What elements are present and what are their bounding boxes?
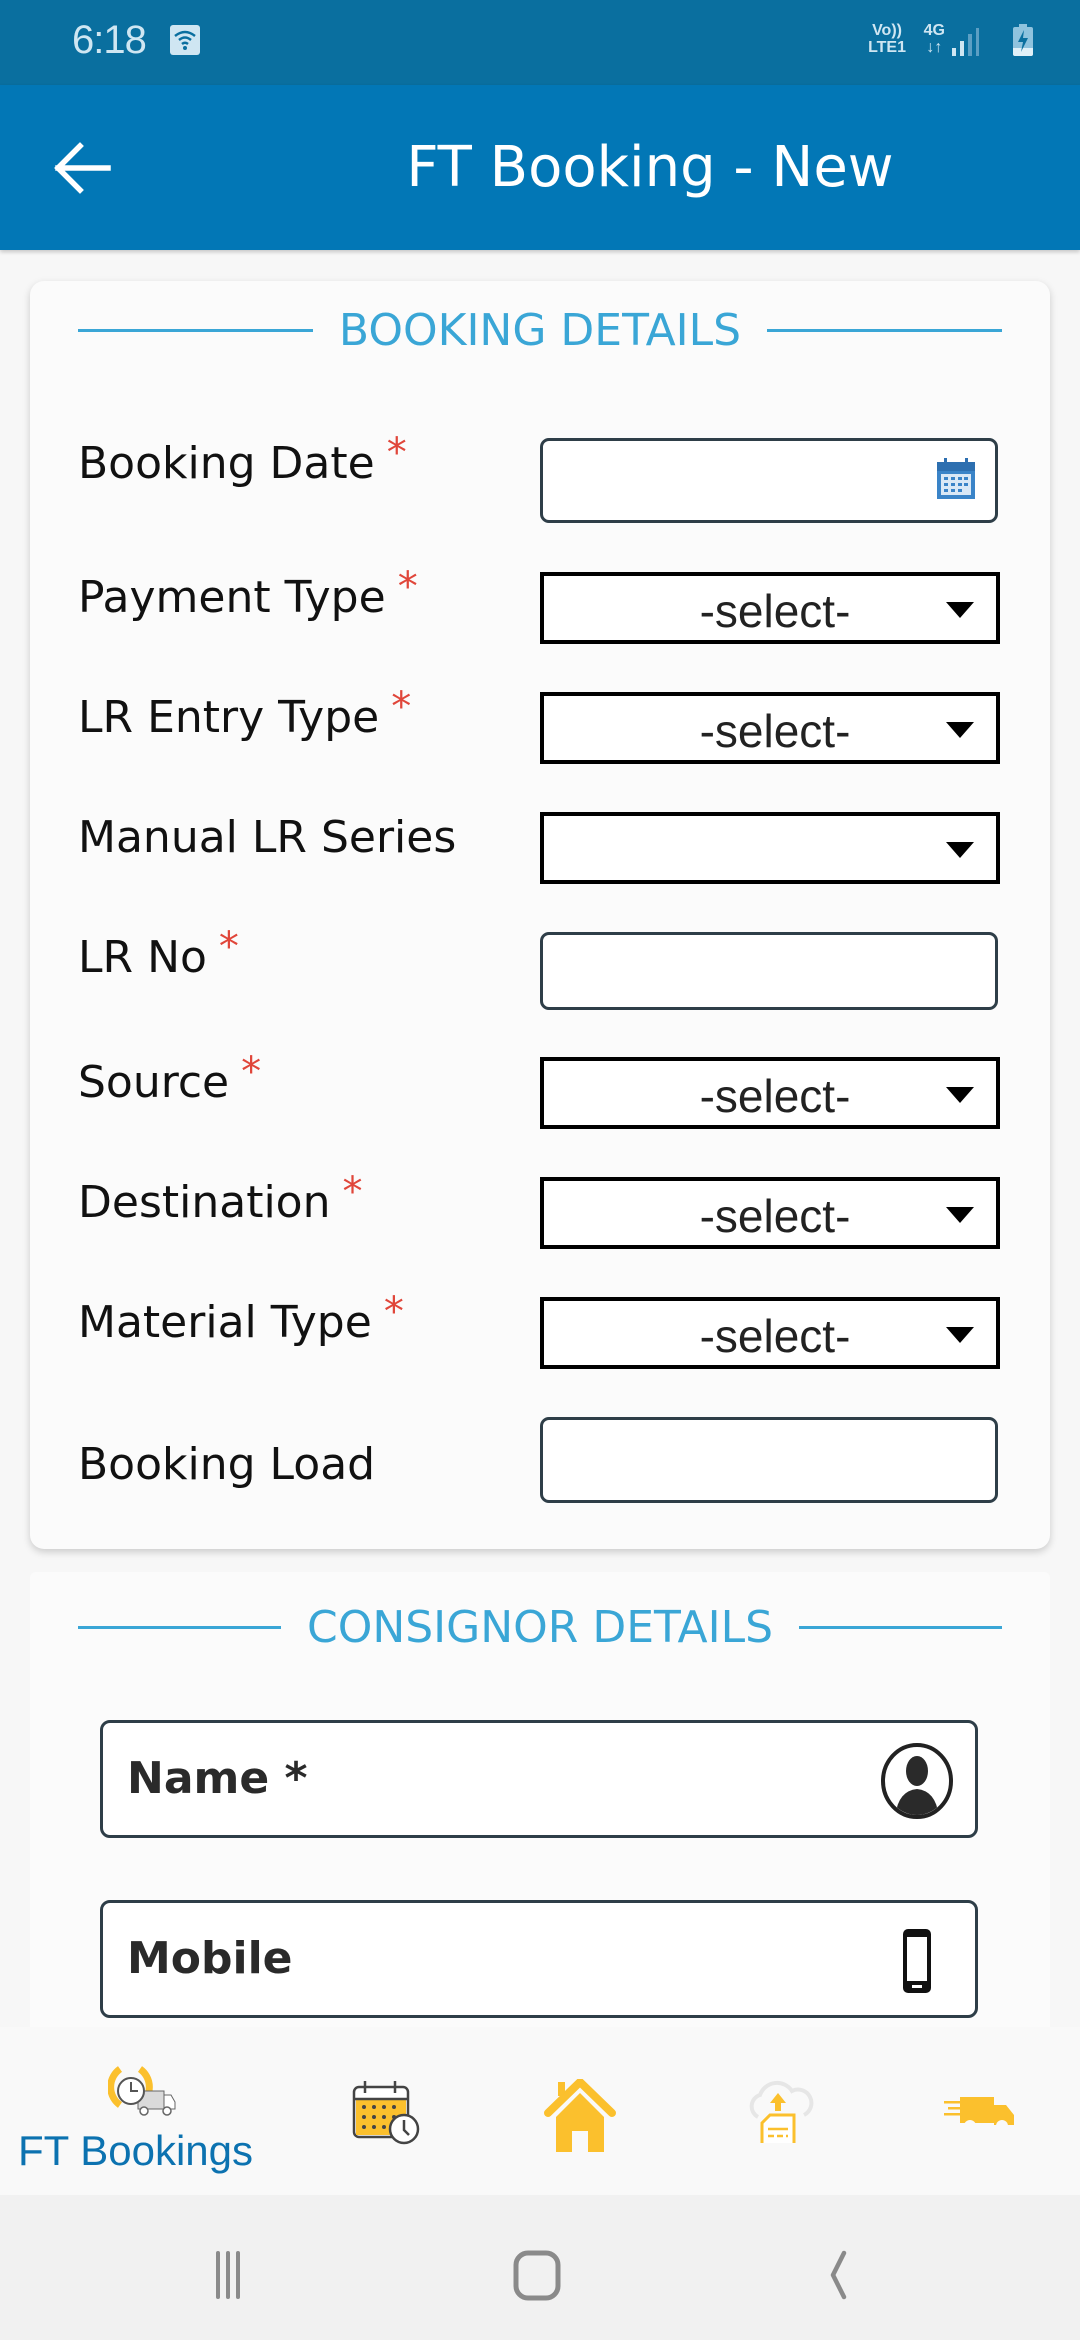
status-time: 6:18 [72, 18, 147, 62]
destination-select[interactable]: -select- [540, 1177, 1000, 1249]
page-title: FT Booking - New [406, 135, 894, 200]
lte-label: LTE1 [868, 39, 906, 56]
section-title: CONSIGNOR DETAILS [306, 1602, 774, 1653]
consignor-name-input[interactable]: Name * [100, 1720, 978, 1838]
dropdown-caret-icon [946, 1327, 974, 1343]
data-activity-arrows: ↓↑ [926, 39, 943, 56]
label-text: Destination [78, 1177, 331, 1228]
selected-value: -select- [699, 585, 851, 637]
required-marker: * [386, 430, 407, 476]
mobile-placeholder: Mobile [127, 1933, 293, 1984]
nav-item-ft-bookings[interactable]: FT Bookings [0, 2027, 253, 2195]
user-icon [881, 1743, 953, 1819]
booking-details-heading: BOOKING DETAILS [78, 305, 1003, 356]
required-marker: * [241, 1049, 262, 1095]
manual-lr-series-select[interactable] [540, 812, 1000, 884]
back-chevron-icon [830, 2250, 847, 2300]
volte-label: Vo)) [872, 22, 902, 39]
payment-type-select[interactable]: -select- [540, 572, 1000, 644]
home-button[interactable] [500, 2235, 580, 2315]
nav-item-home[interactable] [432, 2027, 648, 2195]
booking-details-card: BOOKING DETAILS Booking Date * Payment Ty… [30, 281, 1050, 1549]
lr-no-input[interactable] [540, 932, 998, 1010]
divider [767, 329, 1003, 332]
network-indicator: 4G ↓↑ [924, 22, 945, 56]
material-type-select[interactable]: -select- [540, 1297, 1000, 1369]
lr-no-label: LR No * [78, 924, 239, 983]
payment-type-label: Payment Type * [78, 564, 418, 623]
consignor-details-heading: CONSIGNOR DETAILS [78, 1602, 1003, 1653]
required-marker: * [383, 1289, 404, 1335]
nav-item-delivery[interactable] [864, 2027, 1080, 2195]
source-select[interactable]: -select- [540, 1057, 1000, 1129]
app-bar: FT Booking - New [0, 85, 1080, 250]
required-marker: * [218, 924, 239, 970]
lr-entry-type-label: LR Entry Type * [78, 684, 411, 743]
battery-charging-icon [1013, 24, 1033, 56]
home-button-icon [513, 2250, 561, 2301]
label-text: Booking Date [78, 438, 375, 489]
selected-value: -select- [699, 1310, 851, 1362]
consignor-details-card: CONSIGNOR DETAILS Name * Mobile [30, 1572, 1050, 2032]
required-marker: * [397, 564, 418, 610]
nav-item-upload[interactable] [648, 2027, 864, 2195]
required-marker: * [342, 1169, 363, 1215]
signal-icon [952, 28, 979, 56]
selected-value: -select- [699, 705, 851, 757]
booking-load-input[interactable] [540, 1417, 998, 1503]
divider [78, 329, 313, 332]
network-type-label: 4G [923, 22, 945, 39]
dropdown-caret-icon [946, 1207, 974, 1223]
source-label: Source * [78, 1049, 261, 1108]
wifi-icon [170, 25, 200, 55]
booking-load-label: Booking Load [78, 1439, 375, 1490]
dropdown-caret-icon [946, 722, 974, 738]
selected-value: -select- [699, 1190, 851, 1242]
system-back-button[interactable] [800, 2235, 880, 2315]
divider [78, 1626, 281, 1629]
material-type-label: Material Type * [78, 1289, 404, 1348]
bottom-navigation: FT Bookings [0, 2027, 1080, 2195]
destination-label: Destination * [78, 1169, 362, 1228]
mobile-phone-icon [903, 1929, 931, 1993]
truck-clock-icon [108, 2066, 176, 2116]
consignor-mobile-input[interactable]: Mobile [100, 1900, 978, 2018]
system-navigation-bar [0, 2195, 1080, 2340]
calendar-clock-icon [352, 2081, 420, 2145]
selected-value: -select- [699, 1070, 851, 1122]
recent-apps-button[interactable] [195, 2235, 275, 2315]
calendar-icon[interactable] [935, 457, 977, 501]
label-text: Manual LR Series [78, 812, 457, 863]
fast-delivery-truck-icon [944, 2097, 1014, 2131]
home-icon [544, 2079, 616, 2152]
cloud-upload-document-icon [749, 2080, 814, 2143]
booking-date-input[interactable] [540, 438, 998, 523]
lr-entry-type-select[interactable]: -select- [540, 692, 1000, 764]
section-title: BOOKING DETAILS [338, 305, 742, 356]
label-text: Source [78, 1057, 230, 1108]
divider [799, 1626, 1003, 1629]
booking-date-label: Booking Date * [78, 430, 407, 489]
name-placeholder: Name * [127, 1753, 308, 1804]
label-text: Payment Type [78, 572, 386, 623]
dropdown-caret-icon [946, 1087, 974, 1103]
dropdown-caret-icon [946, 842, 974, 858]
dropdown-caret-icon [946, 602, 974, 618]
label-text: LR No [78, 932, 207, 983]
recent-apps-icon [216, 2251, 240, 2299]
volte-indicator: Vo)) LTE1 [868, 22, 906, 56]
status-bar: 6:18 Vo)) LTE1 4G ↓↑ [0, 0, 1080, 85]
manual-lr-series-label: Manual LR Series [78, 812, 456, 863]
label-text: Booking Load [78, 1439, 376, 1490]
label-text: LR Entry Type [78, 692, 380, 743]
required-marker: * [391, 684, 412, 730]
nav-item-schedule[interactable] [216, 2027, 432, 2195]
label-text: Material Type [78, 1297, 372, 1348]
